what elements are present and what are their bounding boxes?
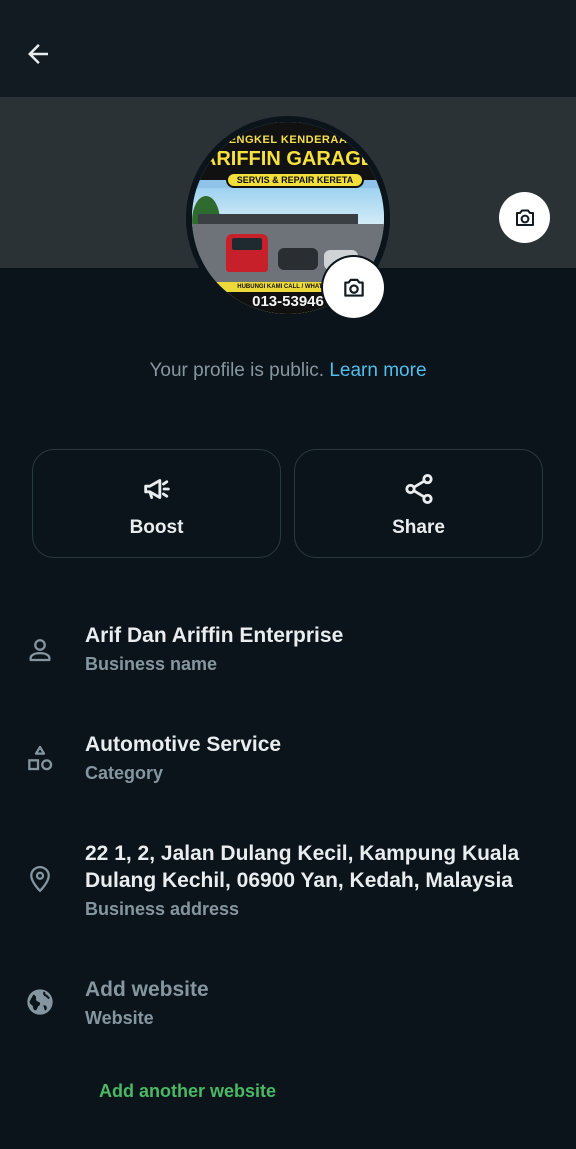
business-address-label: Business address xyxy=(85,899,240,919)
learn-more-link[interactable]: Learn more xyxy=(329,360,426,381)
website-label: Website xyxy=(85,1008,154,1028)
share-icon xyxy=(295,472,542,506)
business-profile-screen: BENGKEL KENDERAAN ARIFFIN GARAGE SERVIS … xyxy=(0,0,576,1149)
share-button[interactable]: Share xyxy=(294,449,543,558)
business-address-row[interactable]: 22 1, 2, Jalan Dulang Kecil, Kampung Kua… xyxy=(0,832,576,928)
category-label: Category xyxy=(85,763,164,783)
business-name-label: Business name xyxy=(85,654,218,674)
business-name-row[interactable]: Arif Dan Ariffin Enterprise Business nam… xyxy=(0,614,576,684)
camera-icon xyxy=(343,278,364,297)
website-input[interactable]: Add website xyxy=(85,976,555,1003)
business-name-value: Arif Dan Ariffin Enterprise xyxy=(85,624,344,647)
top-app-bar xyxy=(0,0,576,97)
add-another-website-link[interactable]: Add another website xyxy=(99,1081,276,1102)
person-icon xyxy=(22,632,58,668)
share-label: Share xyxy=(392,517,445,538)
sign-line-2: ARIFFIN GARAGE xyxy=(201,148,375,170)
sign-dark-car xyxy=(278,248,318,270)
public-note-text: Your profile is public. xyxy=(149,360,325,381)
boost-button[interactable]: Boost xyxy=(32,449,281,558)
boost-label: Boost xyxy=(129,517,184,538)
website-row[interactable]: Add website Website xyxy=(0,968,576,1038)
back-button[interactable] xyxy=(18,34,58,74)
sign-roof xyxy=(198,214,358,224)
location-pin-icon xyxy=(22,861,58,897)
business-address-value: 22 1, 2, Jalan Dulang Kecil, Kampung Kua… xyxy=(85,842,520,892)
megaphone-icon xyxy=(33,472,280,506)
edit-cover-button[interactable] xyxy=(499,192,550,243)
arrow-left-icon xyxy=(28,44,48,64)
public-profile-note: Your profile is public. Learn more xyxy=(0,360,576,382)
shapes-icon xyxy=(22,741,58,777)
globe-icon xyxy=(22,984,58,1020)
camera-icon xyxy=(515,209,534,226)
sign-line-1: BENGKEL KENDERAAN xyxy=(220,134,356,146)
edit-profile-photo-button[interactable] xyxy=(323,257,384,318)
sign-van-window xyxy=(232,238,262,250)
sign-tagline: SERVIS & REPAIR KERETA xyxy=(226,172,364,188)
category-row[interactable]: Automotive Service Category xyxy=(0,723,576,793)
category-value: Automotive Service xyxy=(85,733,282,756)
